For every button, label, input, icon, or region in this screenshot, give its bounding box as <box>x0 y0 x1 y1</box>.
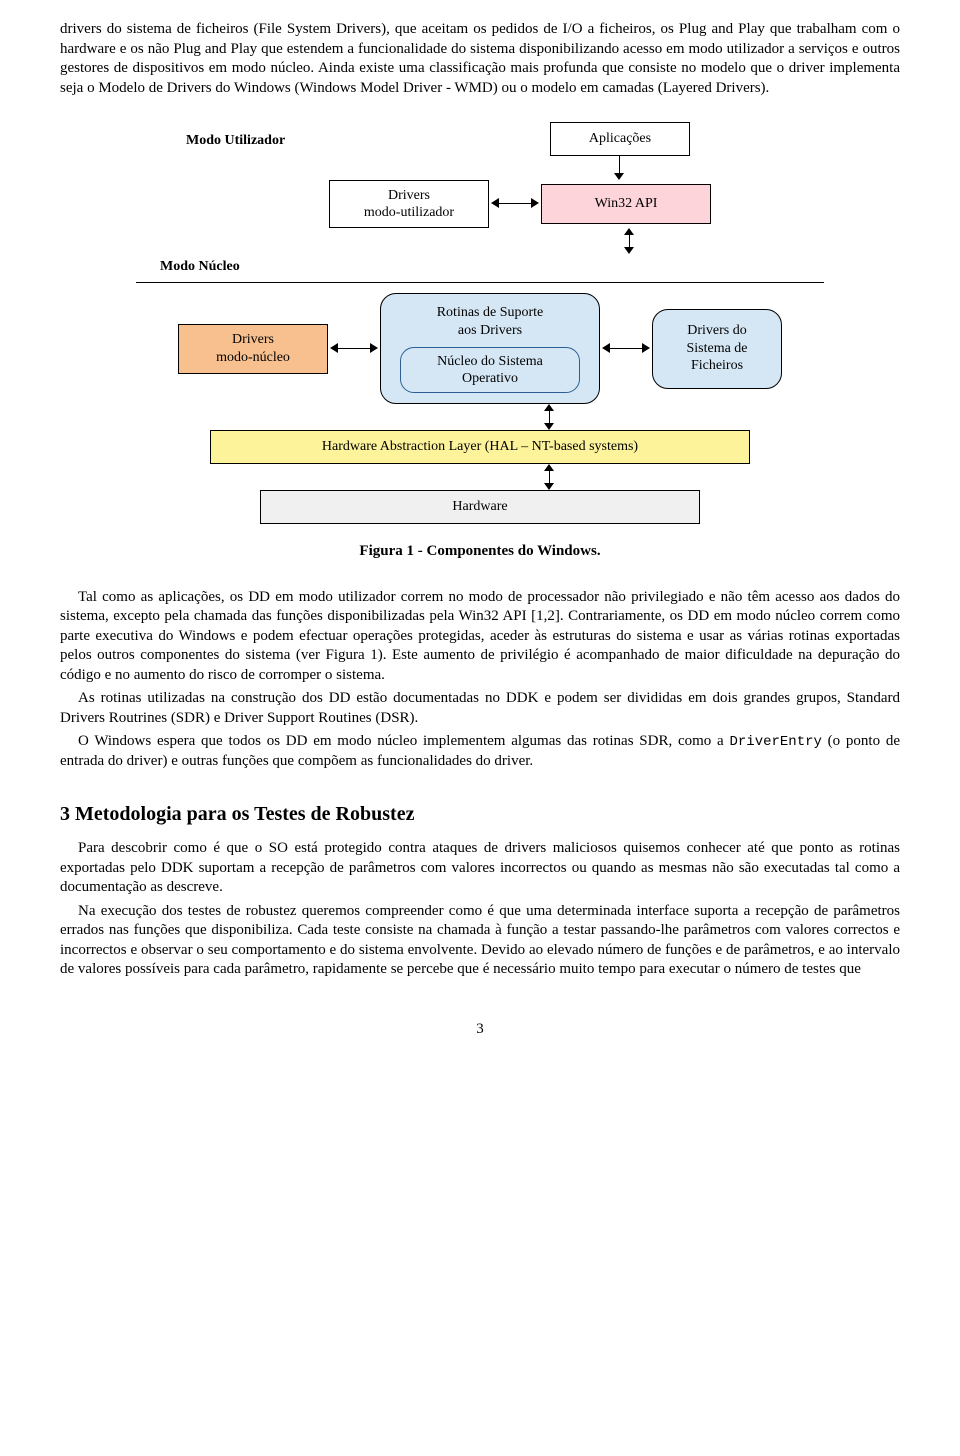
text: Rotinas de Suporte <box>437 304 544 322</box>
arrow-icon <box>615 156 625 180</box>
text: Sistema de <box>686 340 747 358</box>
section-heading: 3 Metodologia para os Testes de Robustez <box>60 801 900 827</box>
label-modo-utilizador: Modo Utilizador <box>186 132 285 150</box>
box-drivers-kernel: Drivers modo-núcleo <box>178 324 328 374</box>
double-arrow-icon <box>602 344 650 354</box>
text: Operativo <box>462 370 518 388</box>
text: Drivers do <box>687 322 747 340</box>
divider <box>136 282 824 283</box>
box-kernel-support: Rotinas de Suporte aos Drivers Núcleo do… <box>380 293 600 404</box>
box-drivers-user: Drivers modo-utilizador <box>329 180 489 228</box>
body-paragraph: As rotinas utilizadas na construção dos … <box>60 689 900 728</box>
body-paragraph: O Windows espera que todos os DD em modo… <box>60 732 900 771</box>
text: Ficheiros <box>691 357 743 375</box>
text: O Windows espera que todos os DD em modo… <box>78 733 729 749</box>
double-arrow-icon <box>545 404 555 430</box>
code-driver-entry: DriverEntry <box>729 734 821 750</box>
body-paragraph: Tal como as aplicações, os DD em modo ut… <box>60 588 900 686</box>
figure-caption: Figura 1 - Componentes do Windows. <box>60 542 900 562</box>
text: modo-núcleo <box>216 349 290 367</box>
box-hardware: Hardware <box>260 490 700 524</box>
body-paragraph: Na execução dos testes de robustez quere… <box>60 902 900 980</box>
box-hal: Hardware Abstraction Layer (HAL – NT-bas… <box>210 430 750 464</box>
box-nucleo-so: Núcleo do Sistema Operativo <box>400 347 580 393</box>
figure-1-diagram: Modo Utilizador Aplicações Drivers modo-… <box>130 122 830 524</box>
body-paragraph-first: drivers do sistema de ficheiros (File Sy… <box>60 20 900 98</box>
label-modo-nucleo: Modo Núcleo <box>160 258 830 276</box>
text: Drivers <box>232 331 274 349</box>
box-win32api: Win32 API <box>541 184 711 224</box>
box-fs-drivers: Drivers do Sistema de Ficheiros <box>652 309 782 389</box>
text: aos Drivers <box>458 322 522 340</box>
box-aplicacoes: Aplicações <box>550 122 690 156</box>
double-arrow-icon <box>625 228 635 254</box>
text: modo-utilizador <box>364 204 454 222</box>
text: Núcleo do Sistema <box>437 353 543 371</box>
double-arrow-icon <box>491 199 539 209</box>
page-number: 3 <box>60 1020 900 1040</box>
body-paragraph: Para descobrir como é que o SO está prot… <box>60 839 900 898</box>
double-arrow-icon <box>330 344 378 354</box>
double-arrow-icon <box>545 464 555 490</box>
text: Drivers <box>388 187 430 205</box>
